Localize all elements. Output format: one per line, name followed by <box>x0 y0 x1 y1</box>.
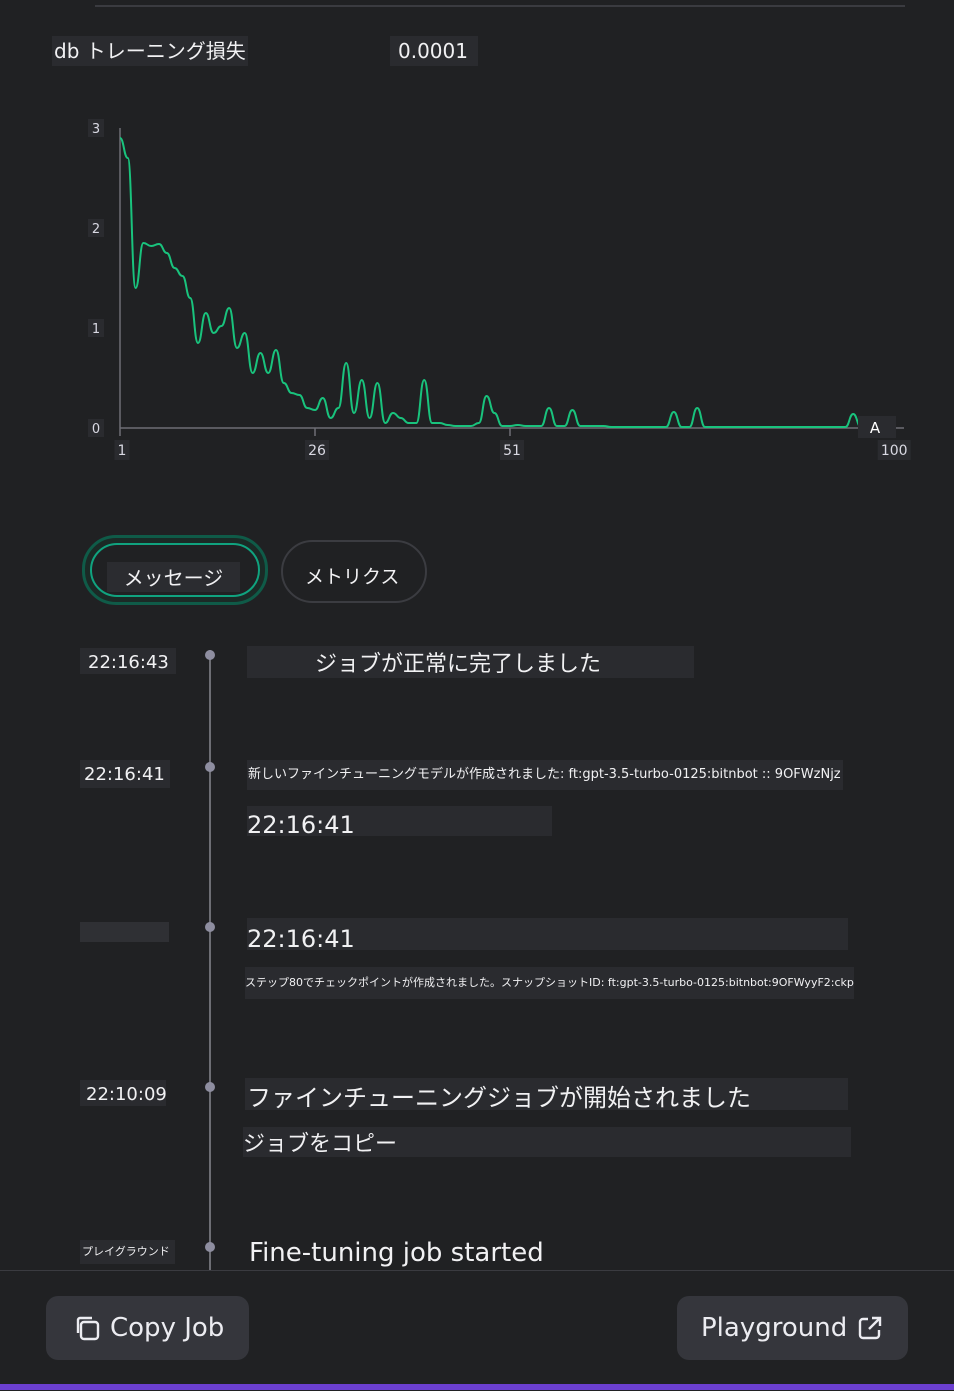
event-message: ジョブが正常に完了しました <box>247 646 694 678</box>
copy-icon <box>74 1315 100 1341</box>
top-divider <box>95 5 905 7</box>
event-subtext: ジョブをコピー <box>243 1127 851 1157</box>
event-message: 新しいファインチューニングモデルが作成されました: ft:gpt-3.5-tur… <box>247 760 843 790</box>
event-timestamp: 22:10:09 <box>80 1080 166 1106</box>
event-subtext: 22:16:41 <box>247 806 552 836</box>
event-message: Fine-tuning job started <box>249 1238 544 1268</box>
tab-messages[interactable]: メッセージ <box>82 535 268 605</box>
copy-job-label: Copy Job <box>110 1313 225 1343</box>
chart-tick-labels: 0 1 2 3 1 26 51 100 <box>88 119 911 460</box>
chart-axes <box>119 128 904 429</box>
chart-cursor-label: A <box>858 416 896 438</box>
x-tick-label: 1 <box>118 443 127 459</box>
tab-metrics-label: メトリクス <box>305 566 400 588</box>
training-loss-row: db トレーニング損失 0.0001 <box>52 36 912 66</box>
copy-job-button[interactable]: Copy Job <box>46 1296 249 1360</box>
x-tick-label: 26 <box>308 443 326 459</box>
event-timestamp: プレイグラウンド <box>80 1240 175 1264</box>
tab-metrics[interactable]: メトリクス <box>281 540 427 603</box>
event-subtext: ステップ80でチェックポイントが作成されました。スナップショットID: ft:g… <box>245 967 854 999</box>
loss-series-line <box>119 137 893 428</box>
x-tick-label: 100 <box>881 443 908 459</box>
training-loss-label: db トレーニング損失 <box>52 36 248 66</box>
timeline-dot <box>205 922 215 932</box>
training-loss-value: 0.0001 <box>390 36 478 66</box>
window-bottom-accent <box>0 1384 954 1390</box>
tab-messages-label: メッセージ <box>107 562 240 592</box>
timeline-dot <box>205 650 215 660</box>
event-timestamp: 22:16:41 <box>80 760 170 788</box>
event-message: ファインチューニングジョブが開始されました <box>245 1078 848 1110</box>
y-tick-label: 2 <box>92 222 100 237</box>
training-loss-chart[interactable]: 0 1 2 3 1 26 51 100 A <box>0 100 954 480</box>
x-tick-label: 51 <box>503 443 521 459</box>
timeline-dot <box>205 1082 215 1092</box>
playground-label: Playground <box>701 1313 848 1343</box>
timeline-dot <box>205 762 215 772</box>
event-timestamp <box>80 922 169 942</box>
y-tick-label: 1 <box>92 322 100 337</box>
y-tick-label: 3 <box>92 122 100 137</box>
playground-button[interactable]: Playground <box>677 1296 908 1360</box>
event-timestamp: 22:16:43 <box>80 648 176 674</box>
timeline-dot <box>205 1242 215 1252</box>
event-message: 22:16:41 <box>247 918 848 950</box>
y-tick-label: 0 <box>92 422 100 437</box>
cursor-label-text: A <box>870 419 881 437</box>
timeline-line <box>209 650 211 1275</box>
external-link-icon <box>857 1315 883 1341</box>
